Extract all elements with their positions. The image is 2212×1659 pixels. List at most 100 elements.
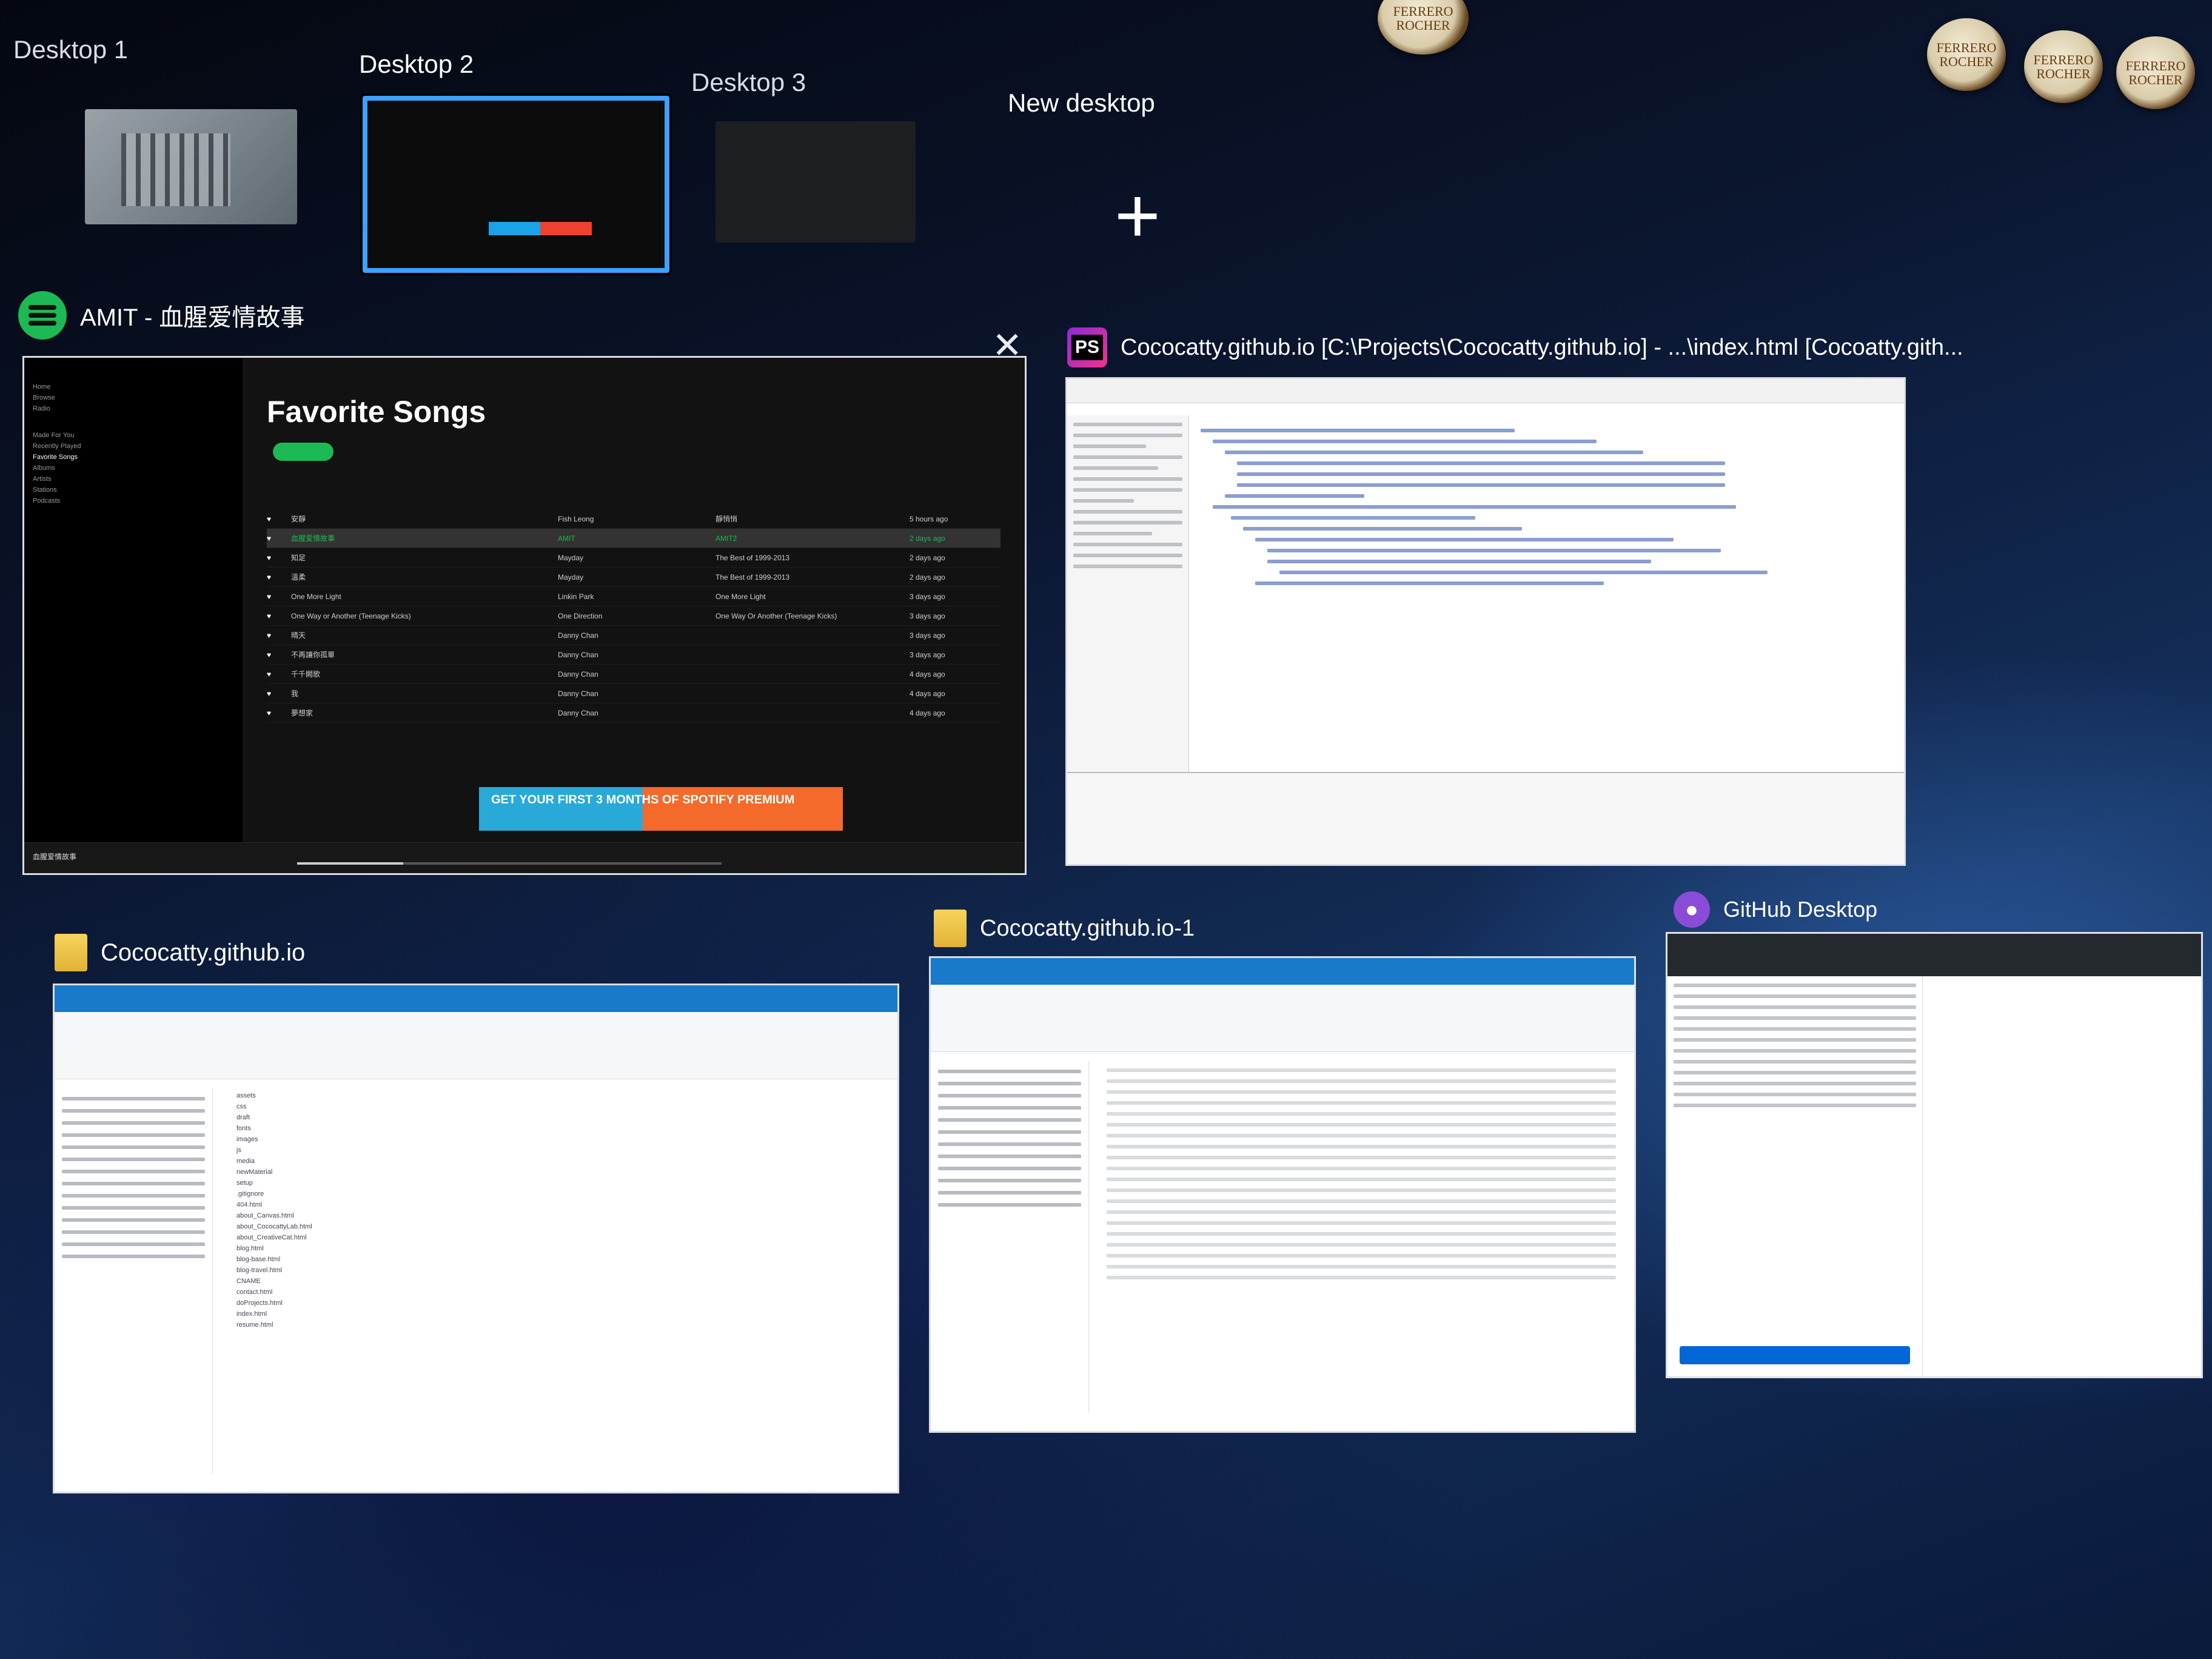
- window-title-text: Cococatty.github.io: [101, 939, 306, 966]
- window-title-spotify[interactable]: AMIT - 血腥爱情故事: [18, 291, 304, 340]
- nav-item[interactable]: Stations: [33, 486, 234, 494]
- chocolate-label: FERRERO ROCHER: [2033, 52, 2094, 81]
- chocolate-label: FERRERO ROCHER: [1393, 3, 1453, 33]
- file-item[interactable]: newMaterial: [236, 1168, 873, 1176]
- file-item[interactable]: resume.html: [236, 1321, 873, 1329]
- file-item[interactable]: CNAME: [236, 1278, 873, 1285]
- file-item[interactable]: js: [236, 1147, 873, 1154]
- track-row[interactable]: ♥ 我 Danny Chan 4 days ago: [267, 684, 1000, 703]
- window-title-github[interactable]: ● GitHub Desktop: [1674, 891, 1877, 928]
- track-row[interactable]: ♥ 溫柔 Mayday The Best of 1999-2013 2 days ago: [267, 568, 1000, 587]
- nav-item[interactable]: Artists: [33, 475, 234, 483]
- navigation-pane: [931, 1061, 1089, 1413]
- nav-item[interactable]: Radio: [33, 405, 234, 412]
- track-row[interactable]: ♥ 知足 Mayday The Best of 1999-2013 2 days ago: [267, 548, 1000, 568]
- file-item[interactable]: .gitignore: [236, 1190, 873, 1198]
- player-bar: 血腥爱情故事: [24, 842, 1025, 873]
- project-tree: [1067, 415, 1189, 773]
- nav-item[interactable]: Favorite Songs: [33, 454, 234, 461]
- desktop-3-label[interactable]: Desktop 3: [691, 68, 806, 97]
- navigation-pane: [55, 1088, 213, 1473]
- file-item[interactable]: setup: [236, 1179, 873, 1187]
- github-icon: ●: [1674, 891, 1710, 928]
- track-row[interactable]: ♥ 夢想家 Danny Chan 4 days ago: [267, 703, 1000, 723]
- window-title-text: AMIT - 血腥爱情故事: [80, 304, 305, 331]
- window-thumbnail-github[interactable]: [1667, 934, 2201, 1376]
- file-list: assets css draft fonts images js media n…: [224, 1088, 885, 1473]
- file-item[interactable]: images: [236, 1136, 873, 1143]
- window-title-text: Cococatty.github.io-1: [980, 915, 1195, 941]
- advertisement-banner[interactable]: GET YOUR FIRST 3 MONTHS OF SPOTIFY PREMI…: [479, 787, 843, 831]
- window-thumbnail-explorer-1[interactable]: assets css draft fonts images js media n…: [55, 985, 897, 1492]
- window-thumbnail-explorer-2[interactable]: [931, 958, 1634, 1431]
- play-button[interactable]: [273, 443, 333, 461]
- folder-icon: [934, 910, 967, 947]
- desktop-1-thumbnail[interactable]: [85, 109, 297, 224]
- track-row[interactable]: ♥ 安靜 Fish Leong 靜悄悄 5 hours ago: [267, 509, 1000, 529]
- file-item[interactable]: assets: [236, 1092, 873, 1099]
- file-item[interactable]: blog.html: [236, 1245, 873, 1252]
- chocolate-label: FERRERO ROCHER: [2125, 58, 2186, 87]
- ribbon-tabs: [55, 985, 897, 1012]
- nav-item[interactable]: Home: [33, 383, 234, 390]
- now-playing-label: 血腥爱情故事: [33, 853, 77, 861]
- file-item[interactable]: 404.html: [236, 1201, 873, 1208]
- file-item[interactable]: blog-travel.html: [236, 1267, 873, 1274]
- window-title-explorer-2[interactable]: Cococatty.github.io-1: [934, 910, 1195, 947]
- folder-icon: [55, 934, 87, 971]
- ribbon-toolbar: [931, 985, 1634, 1052]
- console-panel: [1067, 772, 1904, 864]
- desktop-1-label[interactable]: Desktop 1: [13, 35, 128, 64]
- chocolate-decoration: FERRERO ROCHER: [1378, 0, 1469, 55]
- ribbon-toolbar: [55, 1012, 897, 1079]
- chocolate-label: FERRERO ROCHER: [1936, 39, 1997, 69]
- file-item[interactable]: doProjects.html: [236, 1299, 873, 1307]
- ribbon-tabs: [931, 958, 1634, 985]
- nav-item[interactable]: Recently Played: [33, 443, 234, 450]
- track-row[interactable]: ♥ 血腥爱情故事 AMIT AMIT2 2 days ago: [267, 529, 1000, 548]
- window-title-explorer-1[interactable]: Cococatty.github.io: [55, 934, 305, 971]
- file-item[interactable]: about_CreativeCat.html: [236, 1234, 873, 1241]
- chocolate-decoration: FERRERO ROCHER: [1927, 18, 2006, 91]
- spotify-sidebar: Home Browse Radio Made For You Recently …: [24, 358, 243, 873]
- commit-button[interactable]: [1680, 1346, 1910, 1364]
- track-row[interactable]: ♥ 晴天 Danny Chan 3 days ago: [267, 626, 1000, 645]
- file-item[interactable]: fonts: [236, 1125, 873, 1132]
- file-list: [1101, 1061, 1622, 1413]
- nav-item[interactable]: Albums: [33, 464, 234, 472]
- track-row[interactable]: ♥ 千千闕歌 Danny Chan 4 days ago: [267, 665, 1000, 684]
- track-list: ♥ 安靜 Fish Leong 靜悄悄 5 hours ago ♥ 血腥爱情故事 AMIT A…: [267, 509, 1000, 723]
- changes-list: [1667, 976, 1923, 1376]
- desktop-2-label[interactable]: Desktop 2: [359, 50, 474, 79]
- nav-item[interactable]: Browse: [33, 394, 234, 401]
- desktop-3-thumbnail[interactable]: [716, 121, 916, 243]
- file-item[interactable]: media: [236, 1158, 873, 1165]
- nav-item[interactable]: Made For You: [33, 432, 234, 439]
- ide-menu-bar: [1067, 379, 1904, 403]
- window-title-phpstorm[interactable]: PS Cococatty.github.io [C:\Projects\Coco…: [1067, 327, 1963, 367]
- nav-item[interactable]: Podcasts: [33, 497, 234, 504]
- chocolate-decoration: FERRERO ROCHER: [2116, 36, 2195, 109]
- window-title-text: GitHub Desktop: [1723, 897, 1878, 922]
- track-row[interactable]: ♥ 不再讓你孤單 Danny Chan 3 days ago: [267, 645, 1000, 665]
- github-toolbar: [1667, 934, 2201, 976]
- spotify-icon: [18, 291, 67, 340]
- playlist-heading: Favorite Songs: [267, 395, 486, 429]
- file-item[interactable]: about_Canvas.html: [236, 1212, 873, 1219]
- file-item[interactable]: blog-base.html: [236, 1256, 873, 1263]
- track-row[interactable]: ♥ One Way or Another (Teenage Kicks) One D…: [267, 606, 1000, 626]
- progress-bar[interactable]: [297, 862, 722, 865]
- desktop-2-thumbnail[interactable]: [363, 96, 669, 273]
- file-item[interactable]: about_CococattyLab.html: [236, 1223, 873, 1230]
- file-item[interactable]: index.html: [236, 1310, 873, 1318]
- file-item[interactable]: draft: [236, 1114, 873, 1121]
- window-title-text: Cococatty.github.io [C:\Projects\Cococat…: [1121, 334, 1963, 360]
- track-row[interactable]: ♥ One More Light Linkin Park One More Light…: [267, 587, 1000, 606]
- new-desktop-label[interactable]: New desktop: [1008, 89, 1155, 118]
- chocolate-decoration: FERRERO ROCHER: [2024, 30, 2103, 103]
- file-item[interactable]: css: [236, 1103, 873, 1110]
- window-thumbnail-phpstorm[interactable]: [1067, 379, 1904, 864]
- file-item[interactable]: contact.html: [236, 1289, 873, 1296]
- window-thumbnail-spotify[interactable]: Home Browse Radio Made For You Recently …: [24, 358, 1025, 873]
- plus-icon[interactable]: +: [1114, 176, 1161, 255]
